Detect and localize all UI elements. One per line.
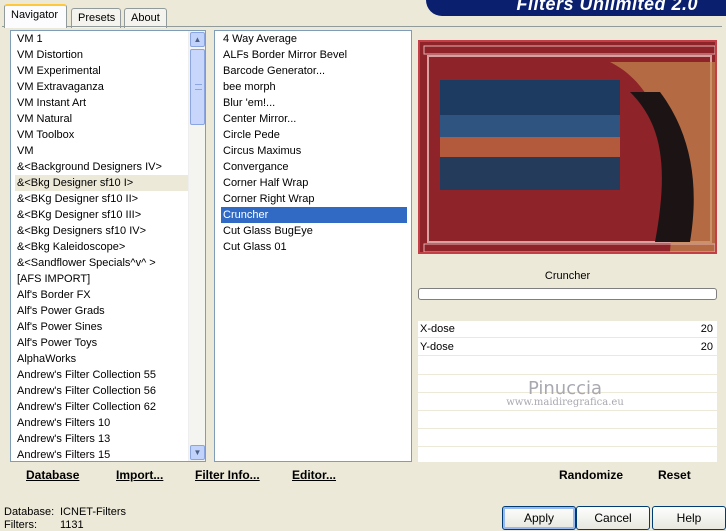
- list-item[interactable]: &<Background Designers IV>: [15, 159, 191, 175]
- list-item[interactable]: &<BKg Designer sf10 III>: [15, 207, 191, 223]
- left-button-bar: Database Import... Filter Info... Editor…: [10, 464, 412, 490]
- apply-button[interactable]: Apply: [502, 506, 576, 530]
- app-title-banner: Filters Unlimited 2.0: [426, 0, 726, 16]
- list-item[interactable]: Alf's Power Sines: [15, 319, 191, 335]
- list-item[interactable]: Andrew's Filters 10: [15, 415, 191, 431]
- param-label: Y-dose: [420, 341, 454, 353]
- param-value: 20: [700, 323, 713, 335]
- param-divider: [418, 410, 717, 411]
- watermark-name: Pinuccia: [527, 378, 603, 399]
- watermark-site: www.maidiregrafica.eu: [506, 397, 624, 408]
- list-item[interactable]: Blur 'em!...: [221, 95, 407, 111]
- list-item[interactable]: Center Mirror...: [221, 111, 407, 127]
- param-divider: [418, 374, 717, 375]
- list-item[interactable]: Andrew's Filters 13: [15, 431, 191, 447]
- watermark: Pinuccia www.maidiregrafica.eu: [500, 378, 630, 408]
- param-value: 20: [700, 341, 713, 353]
- preview-artwork: [420, 42, 715, 252]
- list-item[interactable]: VM: [15, 143, 191, 159]
- list-item[interactable]: ALFs Border Mirror Bevel: [221, 47, 407, 63]
- randomize-button[interactable]: Randomize: [559, 468, 623, 482]
- category-list[interactable]: VM 1 VM Distortion VM Experimental VM Extra…: [10, 30, 206, 462]
- reset-button[interactable]: Reset: [658, 468, 691, 482]
- tab-navigator[interactable]: Navigator: [4, 4, 67, 28]
- list-item[interactable]: VM 1: [15, 31, 191, 47]
- list-item[interactable]: bee morph: [221, 79, 407, 95]
- list-item[interactable]: Andrew's Filter Collection 56: [15, 383, 191, 399]
- list-item[interactable]: Cut Glass 01: [221, 239, 407, 255]
- list-item[interactable]: Circle Pede: [221, 127, 407, 143]
- list-item[interactable]: Andrew's Filter Collection 55: [15, 367, 191, 383]
- progress-bar: [418, 288, 717, 300]
- cancel-button[interactable]: Cancel: [576, 506, 650, 530]
- list-item[interactable]: Corner Half Wrap: [221, 175, 407, 191]
- tab-panel-border: [2, 26, 722, 27]
- list-item[interactable]: Corner Right Wrap: [221, 191, 407, 207]
- list-item[interactable]: Cruncher: [221, 207, 407, 223]
- database-button[interactable]: Database: [26, 468, 79, 482]
- tab-about[interactable]: About: [124, 8, 167, 28]
- scroll-down-button[interactable]: ▼: [190, 445, 205, 460]
- scroll-up-button[interactable]: ▲: [190, 32, 205, 47]
- filter-name: Cruncher: [418, 264, 717, 288]
- import-button[interactable]: Import...: [116, 468, 163, 482]
- list-item[interactable]: VM Natural: [15, 111, 191, 127]
- list-item[interactable]: VM Extravaganza: [15, 79, 191, 95]
- editor-button[interactable]: Editor...: [292, 468, 336, 482]
- list-item[interactable]: &<Bkg Kaleidoscope>: [15, 239, 191, 255]
- param-divider: [418, 428, 717, 429]
- list-item[interactable]: Barcode Generator...: [221, 63, 407, 79]
- list-item[interactable]: VM Toolbox: [15, 127, 191, 143]
- filter-items: 4 Way Average ALFs Border Mirror Bevel Bar…: [221, 31, 407, 255]
- list-item[interactable]: VM Distortion: [15, 47, 191, 63]
- list-item[interactable]: AlphaWorks: [15, 351, 191, 367]
- filters-count: 1131: [60, 519, 84, 531]
- database-label: Database:: [4, 506, 55, 518]
- help-button[interactable]: Help: [652, 506, 726, 530]
- list-item[interactable]: Alf's Border FX: [15, 287, 191, 303]
- filters-label: Filters:: [4, 519, 37, 531]
- right-button-bar: Randomize Reset: [418, 464, 717, 490]
- category-items: VM 1 VM Distortion VM Experimental VM Extra…: [15, 31, 191, 461]
- list-item[interactable]: Convergance: [221, 159, 407, 175]
- scroll-grip-icon: [195, 84, 202, 90]
- list-item[interactable]: Cut Glass BugEye: [221, 223, 407, 239]
- list-item[interactable]: Circus Maximus: [221, 143, 407, 159]
- tab-presets[interactable]: Presets: [71, 8, 121, 28]
- param-label: X-dose: [420, 323, 455, 335]
- app-title: Filters Unlimited 2.0: [516, 0, 698, 14]
- list-item[interactable]: Alf's Power Grads: [15, 303, 191, 319]
- list-item[interactable]: VM Instant Art: [15, 95, 191, 111]
- list-item[interactable]: Alf's Power Toys: [15, 335, 191, 351]
- database-value: ICNET-Filters: [60, 506, 126, 518]
- list-item[interactable]: Andrew's Filters 15: [15, 447, 191, 461]
- list-item[interactable]: &<Sandflower Specials^v^ >: [15, 255, 191, 271]
- list-item[interactable]: &<Bkg Designers sf10 IV>: [15, 223, 191, 239]
- list-item[interactable]: [AFS IMPORT]: [15, 271, 191, 287]
- param-y-dose[interactable]: Y-dose 20: [418, 338, 717, 356]
- scroll-thumb[interactable]: [190, 49, 205, 125]
- filter-list[interactable]: 4 Way Average ALFs Border Mirror Bevel Bar…: [214, 30, 412, 462]
- list-item[interactable]: VM Experimental: [15, 63, 191, 79]
- filter-info-button[interactable]: Filter Info...: [195, 468, 260, 482]
- preview-image: [418, 40, 717, 254]
- list-item[interactable]: &<BKg Designer sf10 II>: [15, 191, 191, 207]
- list-item[interactable]: Andrew's Filter Collection 62: [15, 399, 191, 415]
- list-item[interactable]: &<Bkg Designer sf10 I>: [15, 175, 191, 191]
- param-divider: [418, 446, 717, 447]
- category-scrollbar[interactable]: ▲ ▼: [188, 31, 205, 461]
- param-x-dose[interactable]: X-dose 20: [418, 320, 717, 338]
- list-item[interactable]: 4 Way Average: [221, 31, 407, 47]
- status-area: Database: ICNET-Filters Filters: 1131: [4, 506, 126, 531]
